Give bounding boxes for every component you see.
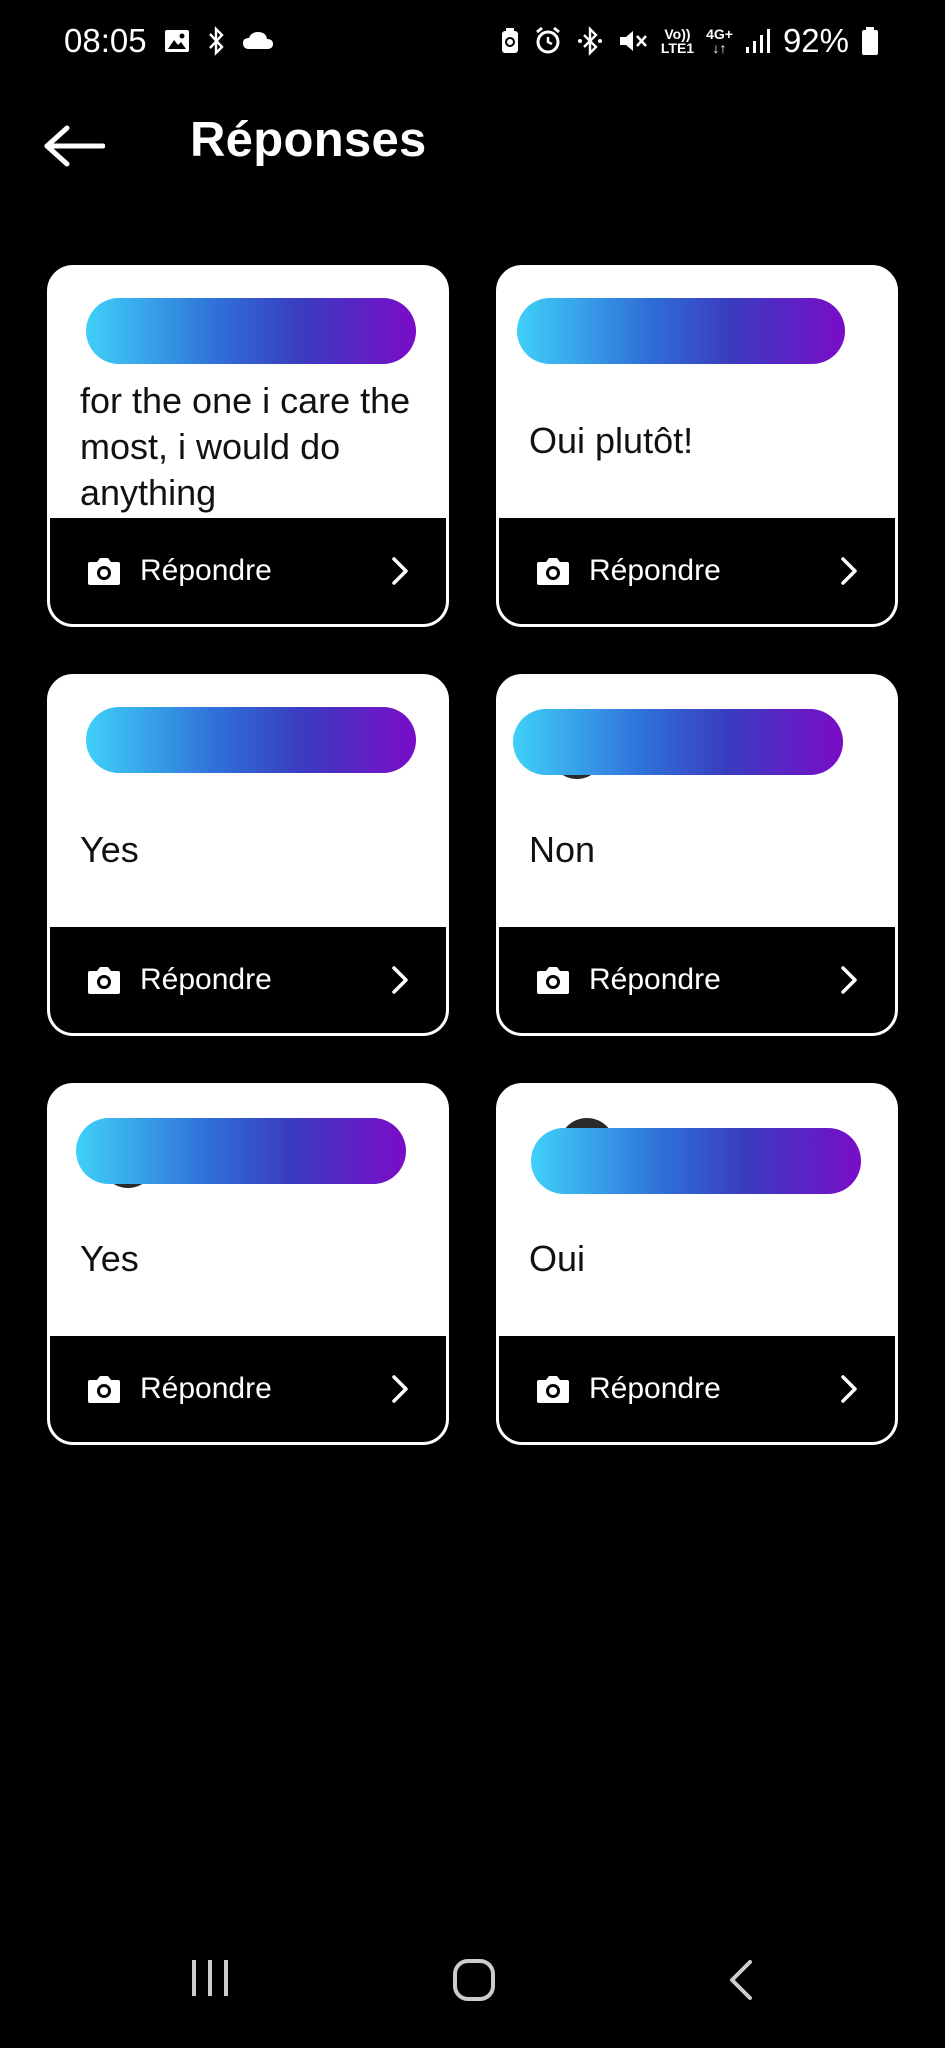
camera-icon [537,558,569,585]
replies-grid: for the one i care the most, i would do … [47,265,899,1445]
home-icon [453,1959,495,2001]
recents-icon [192,1960,228,1996]
gallery-icon [163,27,191,55]
camera-icon [537,967,569,994]
chevron-right-icon [392,1375,408,1403]
reply-label: Répondre [589,1372,721,1405]
reply-card[interactable]: Oui Répondre [496,1083,898,1445]
reply-card-content: Oui plutôt! [499,268,895,518]
redacted-username [86,707,416,773]
bluetooth-icon [207,26,225,56]
reply-text: Non [529,829,596,870]
reply-card-content: Non [499,677,895,927]
cloud-icon [241,29,275,53]
redacted-username [76,1118,406,1184]
mute-icon [617,26,649,56]
reply-label: Répondre [140,1372,272,1405]
reply-text: Yes [80,1238,139,1279]
reply-label: Répondre [140,963,272,996]
bluetooth-connected-icon [575,26,605,56]
chevron-right-icon [392,966,408,994]
reply-card-content: for the one i care the most, i would do … [50,268,446,518]
arrow-left-icon [44,125,105,167]
camera-icon [537,1376,569,1403]
status-right: Vo)) LTE1 4G+ ↓↑ 92% [499,22,879,60]
reply-card-content: Yes [50,1086,446,1336]
camera-icon [88,558,120,585]
reply-text: Yes [80,829,139,870]
reply-button[interactable]: Répondre [499,1336,895,1442]
camera-icon [88,967,120,994]
page-title: Réponses [190,113,427,167]
reply-text: Oui plutôt! [529,420,694,461]
redacted-username [531,1128,861,1194]
nav-back-button[interactable] [726,1958,756,2007]
4g-indicator: 4G+ ↓↑ [706,26,733,56]
system-nav-bar [0,1928,945,2048]
signal-icon [745,27,771,55]
reply-button[interactable]: Répondre [499,927,895,1033]
redacted-username [513,709,843,775]
recents-button[interactable] [188,1956,232,2005]
alarm-icon [533,26,563,56]
reply-text: Oui [529,1238,586,1279]
reply-card[interactable]: Non Répondre [496,674,898,1036]
reply-button[interactable]: Répondre [50,518,446,624]
camera-icon [88,1376,120,1403]
redacted-username [86,298,416,364]
reply-card[interactable]: Oui plutôt! Répondre [496,265,898,627]
chevron-right-icon [841,557,857,585]
reply-card-content: Oui [499,1086,895,1336]
status-bar: 08:05 Vo)) LTE1 4G+ ↓↑ 92% [0,0,945,92]
battery-icon [861,26,879,56]
reply-card[interactable]: for the one i care the most, i would do … [47,265,449,627]
chevron-right-icon [392,557,408,585]
reply-button[interactable]: Répondre [50,1336,446,1442]
chevron-right-icon [841,1375,857,1403]
home-button[interactable] [452,1958,496,2007]
status-left: 08:05 [64,22,275,60]
reply-label: Répondre [140,554,272,587]
reply-card-content: Yes [50,677,446,927]
reply-card[interactable]: Yes Répondre [47,1083,449,1445]
redacted-username [517,298,845,364]
battery-saver-icon [499,26,521,56]
back-button[interactable] [40,118,108,174]
header: Réponses [0,100,945,190]
reply-text: for the one i care the most, i would do … [80,380,411,513]
reply-card[interactable]: Yes Répondre [47,674,449,1036]
reply-label: Répondre [589,554,721,587]
volte-indicator: Vo)) LTE1 [660,26,695,56]
reply-button[interactable]: Répondre [499,518,895,624]
status-time: 08:05 [64,22,147,59]
battery-percent: 92% [782,22,849,59]
reply-button[interactable]: Répondre [50,927,446,1033]
nav-back-icon [730,1960,752,2000]
chevron-right-icon [841,966,857,994]
reply-label: Répondre [589,963,721,996]
